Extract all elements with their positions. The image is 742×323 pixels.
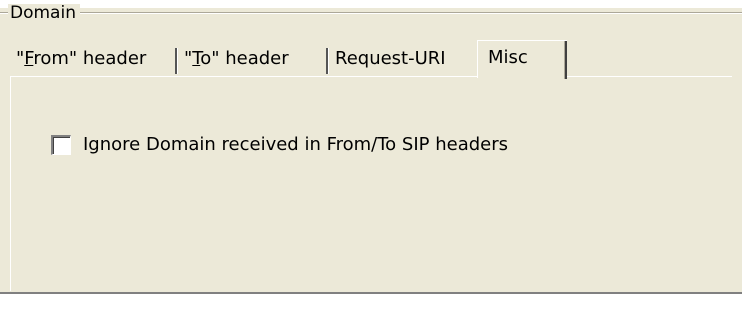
tab-misc[interactable]: Misc <box>477 40 567 79</box>
groupbox-legend: Domain <box>8 4 80 22</box>
ignore-domain-label[interactable]: Ignore Domain received in From/To SIP he… <box>83 134 508 156</box>
tab-request-uri-label: Request-URI <box>335 48 446 69</box>
ignore-domain-option[interactable]: Ignore Domain received in From/To SIP he… <box>51 133 508 157</box>
tab-request-uri[interactable]: Request-URI <box>329 44 477 76</box>
tab-misc-label: Misc <box>488 47 528 68</box>
tab-panel-misc: Ignore Domain received in From/To SIP he… <box>10 76 732 291</box>
tab-to-label: o" header <box>200 48 289 69</box>
bottom-strip <box>0 294 742 323</box>
ignore-domain-checkbox[interactable] <box>51 135 71 155</box>
tab-from-mnemonic: F <box>24 48 34 69</box>
tab-misc-edge <box>564 41 567 79</box>
tab-from-header[interactable]: "From" header <box>10 44 178 76</box>
top-strip <box>0 0 742 8</box>
tab-to-header[interactable]: "To" header <box>178 44 329 76</box>
tab-from-label: rom" header <box>33 48 147 69</box>
groupbox-border-highlight <box>0 13 742 14</box>
